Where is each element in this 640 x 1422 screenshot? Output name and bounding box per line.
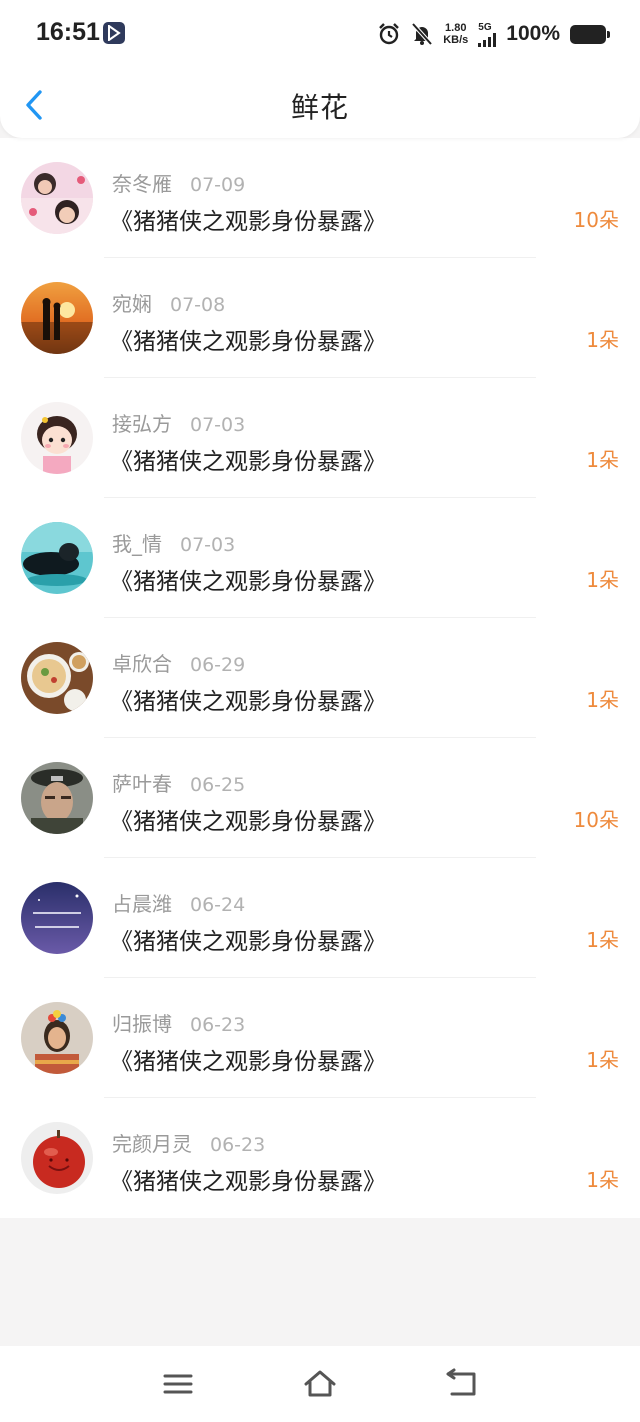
menu-icon <box>163 1374 193 1394</box>
sender-name: 占晨潍 06-24 <box>112 892 246 916</box>
flower-count: 1朵 <box>586 568 619 592</box>
gift-date: 06-24 <box>190 894 246 916</box>
list-item[interactable]: 奈冬雁 07-09 《猪猪侠之观影身份暴露》 10朵 <box>0 138 640 258</box>
list-item[interactable]: 接弘方 07-03 《猪猪侠之观影身份暴露》 1朵 <box>0 378 640 498</box>
back-icon <box>446 1368 476 1396</box>
status-right: 1.80 KB/s 5G 100% <box>377 19 610 49</box>
avatar <box>21 762 93 834</box>
list-item[interactable]: 完颜月灵 06-23 《猪猪侠之观影身份暴露》 1朵 <box>0 1098 640 1218</box>
flower-count: 1朵 <box>586 328 619 352</box>
menu-button[interactable] <box>160 1368 196 1400</box>
avatar <box>21 402 93 474</box>
work-title: 《猪猪侠之观影身份暴露》 <box>110 809 386 835</box>
gift-date: 07-03 <box>180 534 236 556</box>
flower-count: 1朵 <box>586 928 619 952</box>
gift-date: 06-23 <box>190 1014 246 1036</box>
list-item[interactable]: 萨叶春 06-25 《猪猪侠之观影身份暴露》 10朵 <box>0 738 640 858</box>
flower-list: 奈冬雁 07-09 《猪猪侠之观影身份暴露》 10朵 宛娴 07-08 《猪猪侠… <box>0 138 640 1218</box>
app-notification-icon <box>103 22 125 44</box>
flower-count: 1朵 <box>586 1168 619 1192</box>
flower-count: 1朵 <box>586 1048 619 1072</box>
sender-name: 完颜月灵 06-23 <box>112 1132 266 1156</box>
avatar <box>21 1002 93 1074</box>
network-type: 5G <box>478 21 492 33</box>
gift-date: 06-23 <box>210 1134 266 1156</box>
sender-name: 奈冬雁 07-09 <box>112 172 246 196</box>
home-icon <box>304 1370 336 1397</box>
avatar <box>21 642 93 714</box>
screen: 16:51 1.80 KB/s 5G 100% 鲜花 奈冬雁 07-09 《猪猪… <box>0 0 640 1422</box>
list-item[interactable]: 卓欣合 06-29 《猪猪侠之观影身份暴露》 1朵 <box>0 618 640 738</box>
gift-date: 06-29 <box>190 654 246 676</box>
work-title: 《猪猪侠之观影身份暴露》 <box>110 689 386 715</box>
work-title: 《猪猪侠之观影身份暴露》 <box>110 1049 386 1075</box>
avatar <box>21 1122 93 1194</box>
avatar <box>21 882 93 954</box>
gift-date: 07-08 <box>170 294 226 316</box>
mute-bell-icon <box>411 22 433 46</box>
work-title: 《猪猪侠之观影身份暴露》 <box>110 569 386 595</box>
flower-count: 10朵 <box>573 808 619 832</box>
sender-name: 归振博 06-23 <box>112 1012 246 1036</box>
sender-name: 宛娴 07-08 <box>112 292 226 316</box>
sender-name: 接弘方 07-03 <box>112 412 246 436</box>
sender-name: 我_情 07-03 <box>112 532 236 556</box>
page-title: 鲜花 <box>290 91 349 124</box>
home-button[interactable] <box>302 1368 338 1400</box>
avatar <box>21 162 93 234</box>
system-back-button[interactable] <box>444 1368 480 1400</box>
flower-count: 1朵 <box>586 688 619 712</box>
work-title: 《猪猪侠之观影身份暴露》 <box>110 329 386 355</box>
gift-date: 07-03 <box>190 414 246 436</box>
alarm-icon <box>379 23 400 45</box>
signal-bars-icon <box>478 32 497 47</box>
sender-name: 卓欣合 06-29 <box>112 652 246 676</box>
list-item[interactable]: 我_情 07-03 《猪猪侠之观影身份暴露》 1朵 <box>0 498 640 618</box>
gift-date: 06-25 <box>190 774 246 796</box>
avatar <box>21 282 93 354</box>
list-item[interactable]: 宛娴 07-08 《猪猪侠之观影身份暴露》 1朵 <box>0 258 640 378</box>
status-time: 16:51 <box>36 18 100 46</box>
network-speed-unit: KB/s <box>443 34 469 46</box>
network-signal: 5G <box>478 21 497 47</box>
battery-icon <box>570 24 610 44</box>
list-item[interactable]: 归振博 06-23 《猪猪侠之观影身份暴露》 1朵 <box>0 978 640 1098</box>
avatar <box>21 522 93 594</box>
flower-count: 10朵 <box>573 208 619 232</box>
system-nav-bar <box>0 1346 640 1422</box>
work-title: 《猪猪侠之观影身份暴露》 <box>110 1169 386 1195</box>
work-title: 《猪猪侠之观影身份暴露》 <box>110 209 386 235</box>
sender-name: 萨叶春 06-25 <box>112 772 246 796</box>
list-item[interactable]: 占晨潍 06-24 《猪猪侠之观影身份暴露》 1朵 <box>0 858 640 978</box>
top-bar: 16:51 1.80 KB/s 5G 100% 鲜花 <box>0 0 640 138</box>
flower-count: 1朵 <box>586 448 619 472</box>
network-speed-value: 1.80 <box>445 22 467 34</box>
battery-percent: 100% <box>506 22 560 45</box>
work-title: 《猪猪侠之观影身份暴露》 <box>110 449 386 475</box>
gift-date: 07-09 <box>190 174 246 196</box>
network-speed: 1.80 KB/s <box>443 22 468 46</box>
work-title: 《猪猪侠之观影身份暴露》 <box>110 929 386 955</box>
